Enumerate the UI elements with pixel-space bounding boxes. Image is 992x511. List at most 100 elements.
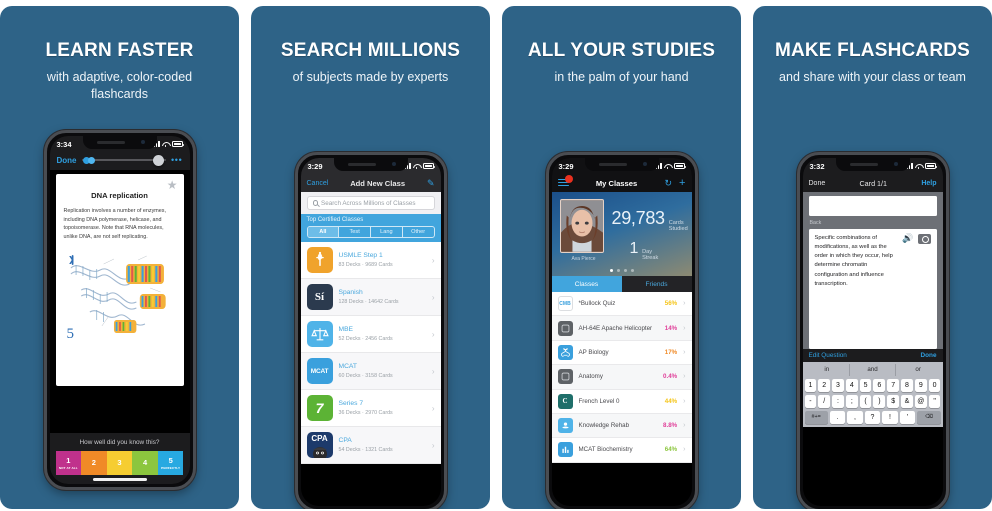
table-row[interactable]: AH-64E Apache Helicopter 14% › [551, 316, 692, 341]
class-name: Anatomy [578, 373, 603, 381]
key-6[interactable]: 6 [873, 378, 886, 392]
table-row[interactable]: CMB *Bullock Quiz 56% › [551, 292, 692, 317]
key-9[interactable]: 9 [914, 378, 927, 392]
phone-mockup-4: 3:32 Done Card 1/1 Help Back Specific co… [796, 152, 949, 509]
key-quote[interactable]: " [928, 394, 941, 408]
key-comma[interactable]: , [847, 410, 863, 424]
more-options-button[interactable]: ••• [171, 155, 183, 165]
list-item[interactable]: Sí Spanish 128 Decks · 14642 Cards › [300, 279, 441, 316]
panel-headline: LEARN FASTER [45, 40, 194, 61]
search-placeholder: Search Across Millions of Classes [321, 199, 416, 207]
key-3[interactable]: 3 [832, 378, 844, 392]
key-1[interactable]: 1 [804, 378, 817, 392]
star-icon[interactable]: ★ [167, 179, 178, 191]
flashcard[interactable]: ★ DNA replication Replication involves a… [55, 174, 184, 386]
avatar[interactable] [559, 199, 604, 253]
key-ampersand[interactable]: & [901, 394, 913, 408]
tab-classes[interactable]: Classes [551, 276, 622, 292]
deck-icon [557, 320, 573, 336]
phone-screen-4: 3:32 Done Card 1/1 Help Back Specific co… [802, 158, 943, 506]
list-item[interactable]: MBE 52 Decks · 2456 Cards › [300, 316, 441, 353]
plus-icon[interactable]: + [679, 177, 685, 189]
front-camera [642, 162, 647, 166]
key-at[interactable]: @ [914, 394, 927, 408]
key-7[interactable]: 7 [887, 378, 900, 392]
wifi-icon [162, 141, 169, 147]
rating-button-5[interactable]: 5 PERFECTLY [157, 451, 184, 475]
search-icon [312, 200, 318, 206]
speaker-icon[interactable]: 🔊 [902, 234, 913, 243]
key-period[interactable]: . [829, 410, 846, 424]
camera-icon[interactable] [917, 233, 931, 244]
key-paren-open[interactable]: ( [859, 394, 872, 408]
list-item[interactable]: CPA CPA 54 Decks · 1321 Cards › [300, 427, 441, 464]
prediction-1[interactable]: in [805, 363, 851, 376]
wifi-icon [915, 163, 922, 169]
key-5[interactable]: 5 [859, 378, 872, 392]
slider-knob[interactable] [152, 154, 164, 166]
table-row[interactable]: AP Biology 17% › [551, 341, 692, 366]
key-semicolon[interactable]: ; [845, 394, 858, 408]
key-paren-close[interactable]: ) [873, 394, 886, 408]
compose-icon[interactable]: ✎ [427, 178, 435, 188]
segment-other[interactable]: Other [403, 227, 434, 237]
key-0[interactable]: 0 [928, 378, 941, 392]
key-question[interactable]: ? [864, 410, 881, 424]
cancel-button[interactable]: Cancel [307, 180, 329, 187]
progress-slider[interactable] [81, 154, 166, 166]
back-field[interactable]: Specific combinations of modifications, … [808, 228, 937, 349]
dna-diagram: 5 [64, 250, 176, 345]
prediction-3[interactable]: or [896, 364, 941, 376]
class-list: USMLE Step 1 83 Decks · 9689 Cards › Sí … [300, 242, 441, 464]
page-dots[interactable] [552, 269, 692, 272]
key-dollar[interactable]: $ [887, 394, 900, 408]
key-2[interactable]: 2 [818, 378, 831, 392]
recall-prompt: How well did you know this? [79, 439, 160, 446]
rating-button-3[interactable]: 3 [106, 451, 133, 475]
list-item[interactable]: 7 Series 7 36 Decks · 2970 Cards › [300, 390, 441, 427]
promo-panel-make-flashcards: MAKE FLASHCARDS and share with your clas… [753, 6, 992, 509]
key-slash[interactable]: / [818, 394, 831, 408]
segment-lang[interactable]: Lang [371, 227, 403, 237]
list-item[interactable]: USMLE Step 1 83 Decks · 9689 Cards › [300, 242, 441, 279]
key-colon[interactable]: : [832, 394, 844, 408]
my-classes-list: CMB *Bullock Quiz 56% › AH-64E Apache He… [551, 292, 692, 463]
key-exclamation[interactable]: ! [882, 410, 898, 424]
progress-percent: 64% [664, 446, 678, 454]
rating-button-2[interactable]: 2 [81, 451, 107, 475]
list-item[interactable]: MCAT MCAT 60 Decks · 3158 Cards › [300, 353, 441, 390]
key-apostrophe[interactable]: ' [899, 410, 916, 424]
segment-test[interactable]: Test [339, 227, 371, 237]
done-button[interactable]: Done [57, 156, 77, 165]
done-button[interactable]: Done [809, 180, 826, 187]
key-hyphen[interactable]: - [804, 394, 817, 408]
navigation-bar: My Classes ↻ + [551, 174, 692, 192]
notch [333, 158, 408, 171]
status-time: 3:34 [56, 139, 72, 149]
segment-all[interactable]: All [307, 227, 340, 237]
search-input[interactable]: Search Across Millions of Classes [306, 196, 435, 210]
section-header: Top Certified Classes All Test Lang Othe… [300, 214, 441, 242]
refresh-icon[interactable]: ↻ [665, 178, 673, 188]
table-row[interactable]: C French Level 0 44% › [551, 390, 692, 414]
front-field[interactable] [808, 196, 937, 216]
class-subtitle: 60 Decks · 3158 Cards [338, 372, 393, 379]
tab-friends[interactable]: Friends [621, 276, 692, 292]
backspace-icon[interactable]: ⌫ [917, 410, 941, 424]
prediction-2[interactable]: and [850, 363, 896, 376]
help-button[interactable]: Help [921, 180, 936, 187]
class-subtitle: 83 Decks · 9689 Cards [338, 261, 393, 268]
table-row[interactable]: Knowledge Rehab 8.8% › [551, 413, 692, 439]
table-row[interactable]: MCAT Biochemistry 64% › [551, 438, 692, 463]
key-4[interactable]: 4 [845, 378, 858, 392]
table-row[interactable]: Anatomy 0.4% › [551, 365, 692, 390]
edit-question-button[interactable]: Edit Question [809, 352, 847, 359]
rating-button-1[interactable]: 1 NOT AT ALL [55, 451, 82, 475]
list-item-meta: Series 7 36 Decks · 2970 Cards [339, 400, 426, 416]
keyboard-done-button[interactable]: Done [921, 352, 937, 359]
caduceus-icon [306, 247, 333, 273]
key-8[interactable]: 8 [901, 378, 913, 392]
key-symbols-toggle[interactable]: #+= [804, 410, 828, 424]
rating-button-4[interactable]: 4 [132, 451, 158, 475]
hamburger-icon[interactable] [557, 174, 573, 188]
